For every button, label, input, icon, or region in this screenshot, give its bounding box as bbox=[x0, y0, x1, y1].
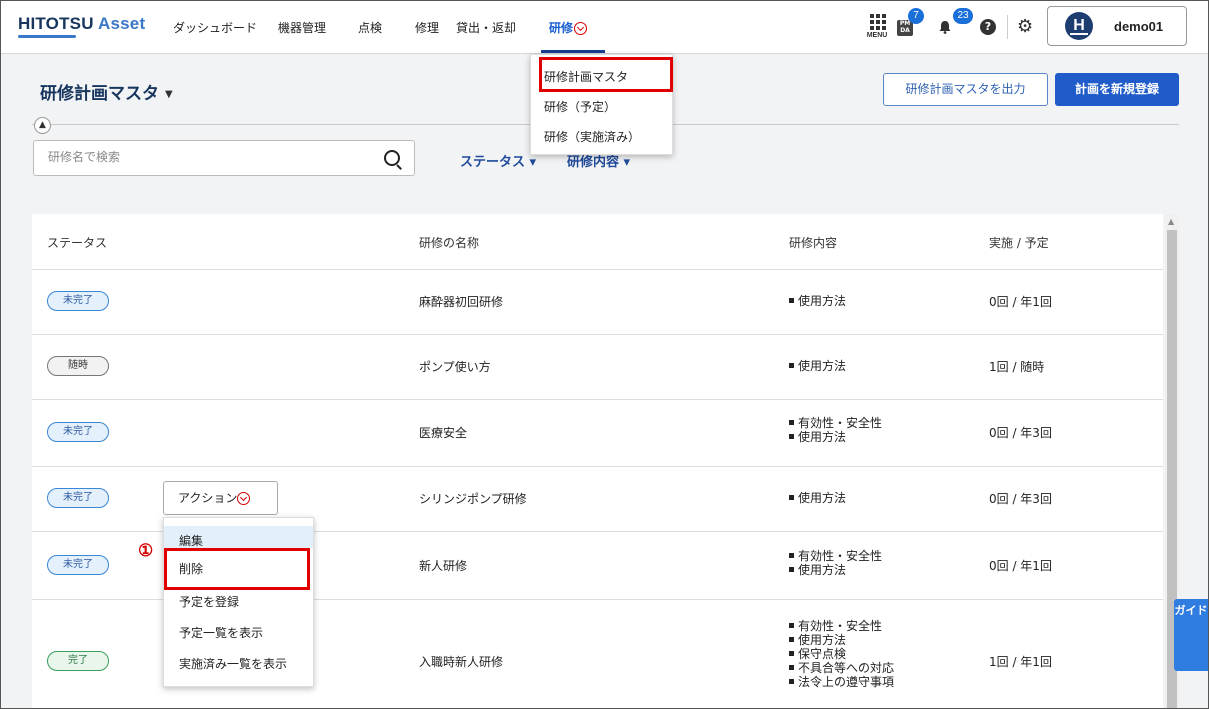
nav-dashboard[interactable]: ダッシュボード bbox=[173, 19, 257, 36]
gear-icon[interactable]: ⚙ bbox=[1017, 18, 1035, 36]
action-button[interactable]: アクション bbox=[163, 481, 278, 515]
avatar: H bbox=[1065, 12, 1093, 40]
collapse-toggle[interactable]: ▲ bbox=[34, 117, 51, 134]
training-name: 麻酔器初回研修 bbox=[419, 295, 504, 309]
user-menu[interactable]: H demo01 bbox=[1047, 6, 1187, 46]
training-count: 1回 / 随時 bbox=[989, 360, 1045, 374]
training-contents: 使用方法 bbox=[789, 491, 846, 505]
chevron-up-icon: ▲ bbox=[39, 120, 46, 130]
status-badge: 未完了 bbox=[47, 488, 109, 508]
logo-swoosh bbox=[18, 35, 76, 38]
table-header: ステータス 研修の名称 研修内容 実施 / 予定 bbox=[32, 214, 1163, 270]
training-count: 0回 / 年3回 bbox=[989, 426, 1052, 440]
pmda-badge: 7 bbox=[908, 8, 924, 24]
training-menu: 研修計画マスタ 研修（予定） 研修（実施済み） bbox=[530, 54, 673, 155]
training-name: 医療安全 bbox=[419, 426, 468, 440]
table-row[interactable]: 未完了 医療安全 有効性・安全性 使用方法 0回 / 年3回 bbox=[32, 399, 1163, 467]
training-contents: 使用方法 bbox=[789, 294, 846, 308]
training-count: 1回 / 年1回 bbox=[989, 655, 1052, 669]
scroll-up-icon[interactable]: ▲ bbox=[1168, 217, 1174, 226]
menu-item-delete[interactable]: 削除 bbox=[164, 560, 313, 577]
search-box bbox=[33, 140, 415, 176]
status-badge: 随時 bbox=[47, 356, 109, 376]
bell-icon[interactable] bbox=[938, 20, 952, 34]
export-button[interactable]: 研修計画マスタを出力 bbox=[883, 73, 1048, 106]
step-callout: ① bbox=[138, 541, 154, 561]
chevron-down-icon bbox=[574, 22, 588, 35]
training-contents: 有効性・安全性 使用方法 保守点検 不具合等への対応 法令上の遵守事項 bbox=[789, 619, 894, 689]
menu-item-completed[interactable]: 研修（実施済み） bbox=[531, 128, 672, 145]
menu-item-plan-master[interactable]: 研修計画マスタ bbox=[531, 68, 672, 85]
nav-active-indicator bbox=[541, 50, 605, 53]
page-title[interactable]: 研修計画マスタ ▼ bbox=[40, 79, 173, 104]
training-name: 新人研修 bbox=[419, 559, 468, 573]
status-badge: 未完了 bbox=[47, 291, 109, 311]
nav-training[interactable]: 研修 bbox=[549, 19, 588, 36]
grid-icon bbox=[870, 14, 888, 30]
training-count: 0回 / 年1回 bbox=[989, 295, 1052, 309]
status-badge: 未完了 bbox=[47, 422, 109, 442]
header-status: ステータス bbox=[47, 236, 108, 250]
top-nav: HITOTSU Asset ダッシュボード 機器管理 点検 修理 貸出・返却 研… bbox=[1, 1, 1208, 54]
nav-inspection[interactable]: 点検 bbox=[358, 19, 382, 36]
divider bbox=[1007, 15, 1008, 39]
caret-down-icon: ▼ bbox=[165, 89, 173, 100]
header-count: 実施 / 予定 bbox=[989, 236, 1049, 250]
training-name: ポンプ使い方 bbox=[419, 360, 491, 374]
header-contents: 研修内容 bbox=[789, 236, 838, 250]
training-contents: 有効性・安全性 使用方法 bbox=[789, 549, 882, 577]
training-name: シリンジポンプ研修 bbox=[419, 492, 527, 506]
app-window: HITOTSU Asset ダッシュボード 機器管理 点検 修理 貸出・返却 研… bbox=[0, 0, 1209, 709]
menu-item-register-schedule[interactable]: 予定を登録 bbox=[164, 593, 313, 610]
header-name: 研修の名称 bbox=[419, 236, 480, 250]
status-badge: 完了 bbox=[47, 651, 109, 671]
search-icon[interactable] bbox=[384, 150, 400, 166]
training-name: 入職時新人研修 bbox=[419, 655, 504, 669]
menu-item-schedule-list[interactable]: 予定一覧を表示 bbox=[164, 624, 313, 641]
table-row[interactable]: 未完了 麻酔器初回研修 使用方法 0回 / 年1回 bbox=[32, 269, 1163, 335]
training-contents: 使用方法 bbox=[789, 359, 846, 373]
menu-item-completed-list[interactable]: 実施済み一覧を表示 bbox=[164, 655, 313, 672]
action-menu: 編集 削除 予定を登録 予定一覧を表示 実施済み一覧を表示 bbox=[163, 517, 314, 687]
menu-grid-button[interactable]: MENU bbox=[866, 14, 888, 42]
nav-lending[interactable]: 貸出・返却 bbox=[456, 19, 516, 36]
nav-equipment[interactable]: 機器管理 bbox=[278, 19, 326, 36]
username: demo01 bbox=[1114, 19, 1164, 34]
filter-status[interactable]: ステータス ▾ bbox=[460, 151, 536, 170]
new-plan-button[interactable]: 計画を新規登録 bbox=[1055, 73, 1179, 106]
menu-item-edit[interactable]: 編集 bbox=[164, 526, 313, 548]
help-icon[interactable]: ? bbox=[980, 19, 996, 35]
logo[interactable]: HITOTSU Asset bbox=[18, 14, 145, 34]
menu-item-scheduled[interactable]: 研修（予定） bbox=[531, 98, 672, 115]
notification-badge: 23 bbox=[953, 8, 973, 24]
search-input[interactable] bbox=[46, 149, 370, 165]
nav-repair[interactable]: 修理 bbox=[415, 19, 439, 36]
chevron-down-icon bbox=[237, 492, 251, 505]
training-contents: 有効性・安全性 使用方法 bbox=[789, 416, 882, 444]
menu-label: MENU bbox=[866, 32, 888, 39]
training-count: 0回 / 年3回 bbox=[989, 492, 1052, 506]
guide-tab[interactable]: ガイド bbox=[1174, 599, 1208, 671]
table-row[interactable]: 随時 ポンプ使い方 使用方法 1回 / 随時 bbox=[32, 334, 1163, 400]
training-count: 0回 / 年1回 bbox=[989, 559, 1052, 573]
status-badge: 未完了 bbox=[47, 555, 109, 575]
